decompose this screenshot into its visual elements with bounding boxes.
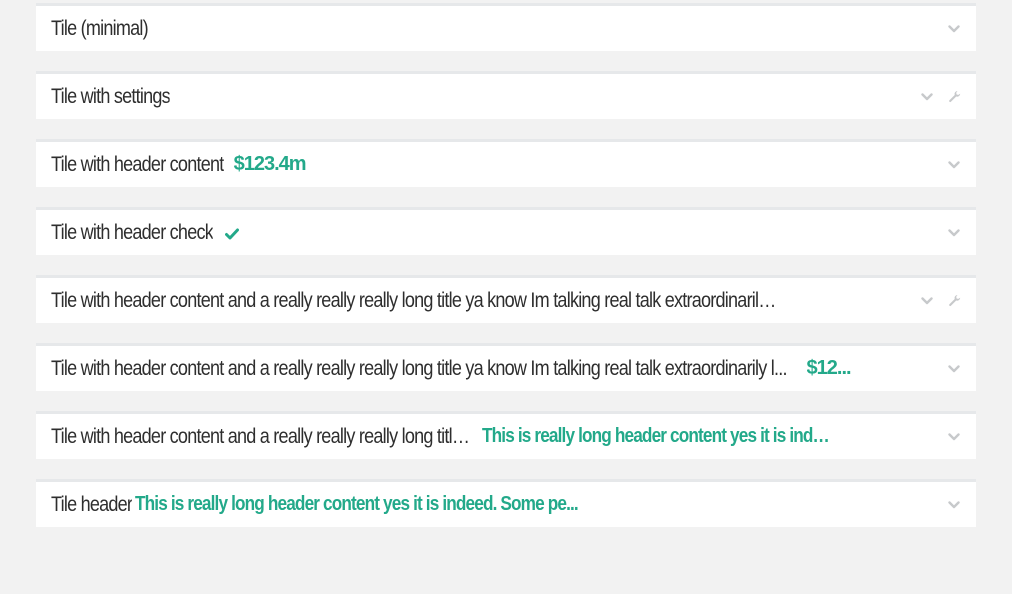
tile-header[interactable]: Tile with settings bbox=[51, 74, 896, 119]
chevron-down-icon[interactable] bbox=[946, 142, 962, 187]
header-content: $12... bbox=[806, 357, 851, 379]
tile-long-title-with-content: Tile with header content and a really re… bbox=[36, 343, 976, 391]
tile-title: Tile with header content and a really re… bbox=[51, 356, 787, 380]
tile-title: Tile header bbox=[51, 492, 133, 516]
tile-title: Tile with header content bbox=[51, 152, 224, 176]
header-content: This is really long header content yes i… bbox=[481, 425, 838, 447]
header-content: This is really long header content yes i… bbox=[135, 493, 579, 515]
tile-title: Tile with header content and a really re… bbox=[51, 424, 472, 448]
tile-with-header-content: Tile with header content $123.4m bbox=[36, 139, 976, 187]
header-content: $123.4m bbox=[233, 153, 306, 175]
tile-minimal: Tile (minimal) bbox=[36, 3, 976, 51]
tile-header[interactable]: Tile header This is really long header c… bbox=[51, 482, 896, 527]
tile-header-long-content: Tile header This is really long header c… bbox=[36, 479, 976, 527]
wrench-icon[interactable] bbox=[946, 278, 962, 323]
tile-header[interactable]: Tile with header content and a really re… bbox=[51, 346, 896, 391]
tile-long-title-long-content: Tile with header content and a really re… bbox=[36, 411, 976, 459]
chevron-down-icon[interactable] bbox=[946, 346, 962, 391]
tile-with-settings: Tile with settings bbox=[36, 71, 976, 119]
chevron-down-icon[interactable] bbox=[919, 278, 935, 323]
tile-title: Tile with header content and a really re… bbox=[51, 288, 778, 312]
chevron-down-icon[interactable] bbox=[946, 414, 962, 459]
tile-long-title-settings: Tile with header content and a really re… bbox=[36, 275, 976, 323]
tile-title: Tile with header check bbox=[51, 220, 213, 244]
tile-header[interactable]: Tile with header check bbox=[51, 210, 896, 255]
chevron-down-icon[interactable] bbox=[946, 482, 962, 527]
tile-with-header-check: Tile with header check bbox=[36, 207, 976, 255]
tile-title: Tile with settings bbox=[51, 84, 170, 108]
check-icon bbox=[225, 228, 240, 242]
tile-header[interactable]: Tile with header content and a really re… bbox=[51, 278, 896, 323]
tile-header[interactable]: Tile with header content $123.4m bbox=[51, 142, 896, 187]
tile-title: Tile (minimal) bbox=[51, 16, 148, 40]
tile-header[interactable]: Tile with header content and a really re… bbox=[51, 414, 896, 459]
chevron-down-icon[interactable] bbox=[946, 6, 962, 51]
tile-header[interactable]: Tile (minimal) bbox=[51, 6, 896, 51]
tile-list: Tile (minimal) Tile with settings Tile w… bbox=[36, 3, 976, 547]
wrench-icon[interactable] bbox=[946, 74, 962, 119]
chevron-down-icon[interactable] bbox=[919, 74, 935, 119]
chevron-down-icon[interactable] bbox=[946, 210, 962, 255]
